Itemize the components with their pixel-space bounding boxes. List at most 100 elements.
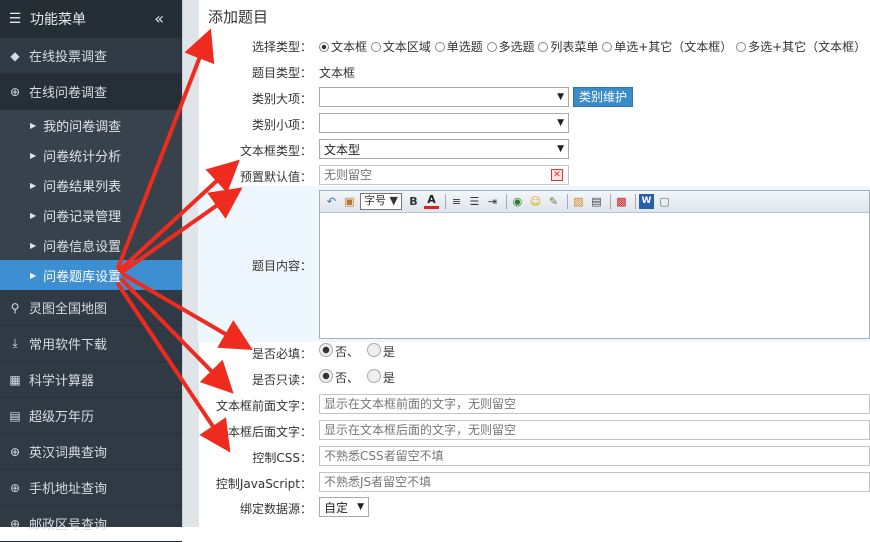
sidebar-item-download[interactable]: ⤓ 常用软件下载: [0, 326, 182, 362]
sidebar-subitem[interactable]: ▶ 问卷信息设置: [0, 230, 182, 260]
search-plus-icon: ⊕: [9, 516, 21, 531]
cat-major-label: 类别大项：: [251, 92, 312, 106]
word-icon[interactable]: W: [638, 194, 654, 209]
sidebar-item-calendar[interactable]: ▤ 超级万年历: [0, 398, 182, 434]
save-icon[interactable]: ▤: [589, 194, 604, 209]
sidebar-subitem-label: 问卷统计分析: [43, 149, 122, 165]
type-radio-group: 文本框 文本区域 单选题 多选题 列表菜单 单选+其它（文本框） 多选+其它（文…: [319, 38, 866, 55]
ordered-list-icon[interactable]: ☰: [467, 194, 482, 209]
paste-icon[interactable]: ▣: [342, 194, 357, 209]
sidebar-item-label: 在线问卷调查: [29, 86, 108, 101]
required-no-radio[interactable]: 否、: [319, 343, 360, 359]
default-value-input[interactable]: [319, 165, 569, 185]
readonly-no-radio[interactable]: 否、: [319, 369, 359, 385]
caret-right-icon: ▶: [30, 210, 37, 220]
after-text-label: 文本框后面文字：: [215, 425, 312, 439]
radio-label: 否、: [335, 345, 360, 359]
rich-text-editor[interactable]: ↶ ▣ 字号 ▼ B A ≡ ☰ ⇥ ◉ ☺ ✎ ▨ ▤ ▩ W ▢: [319, 190, 870, 339]
caret-right-icon: ▶: [30, 270, 37, 280]
type-radio-list[interactable]: 列表菜单: [538, 40, 598, 54]
collapse-icon[interactable]: «: [154, 9, 164, 28]
readonly-row: 是否只读： 否、 是: [198, 369, 870, 387]
sidebar-subitem[interactable]: ▶ 问卷统计分析: [0, 140, 182, 170]
chevron-down-icon: ▼: [357, 502, 364, 512]
indent-icon[interactable]: ⇥: [485, 194, 500, 209]
type-radio-multi-other[interactable]: 多选+其它（文本框）: [736, 40, 866, 54]
sidebar-item-vote[interactable]: ◆ 在线投票调查: [0, 38, 182, 74]
cat-minor-select[interactable]: ▼: [319, 113, 569, 133]
before-text-input[interactable]: [319, 394, 870, 414]
cat-minor-label: 类别小项：: [251, 118, 312, 132]
image-icon[interactable]: ▨: [571, 194, 586, 209]
select-value: 文本型: [324, 142, 361, 157]
radio-circle: [486, 42, 497, 52]
radio-circle: [370, 42, 381, 52]
edit-icon[interactable]: ✎: [546, 194, 561, 209]
preview-icon[interactable]: ▢: [657, 194, 672, 209]
radio-label: 是: [382, 371, 395, 385]
type-radio-single[interactable]: 单选题: [434, 40, 483, 54]
type-radio-single-other[interactable]: 单选+其它（文本框）: [602, 40, 732, 54]
required-yes-radio[interactable]: 是: [366, 343, 395, 359]
sidebar-subitem[interactable]: ▶ 我的问卷调查: [0, 110, 182, 140]
radio-circle: [366, 369, 381, 383]
clear-icon[interactable]: ✕: [551, 169, 563, 181]
readonly-radio-group: 否、 是: [319, 369, 395, 386]
sidebar-item-label: 科学计算器: [29, 374, 95, 389]
content-label: 题目内容：: [251, 259, 312, 273]
sidebar-item-dictionary[interactable]: ⊕ 英汉词典查询: [0, 434, 182, 470]
chevron-down-icon: ▼: [557, 118, 564, 128]
sidebar-item-map[interactable]: ⚲ 灵图全国地图: [0, 290, 182, 326]
undo-icon[interactable]: ↶: [324, 194, 339, 209]
main-content: 添加题目 选择类型： 文本框 文本区域 单选题 多选题 列表菜单 单选+其它（文…: [198, 0, 870, 527]
chevron-down-icon: ▼: [557, 144, 564, 154]
cat-major-row: 类别大项： ▼ 类别维护: [198, 87, 870, 107]
list-icon: ☰: [8, 11, 22, 27]
textbox-type-select[interactable]: 文本型 ▼: [319, 139, 569, 159]
radio-label: 文本框: [331, 40, 368, 54]
js-label: 控制JavaScript：: [215, 477, 312, 491]
link-icon[interactable]: ◉: [510, 194, 525, 209]
radio-label: 是: [382, 345, 395, 359]
font-color-icon[interactable]: A: [423, 194, 439, 209]
sidebar-item-survey[interactable]: ⊕ 在线问卷调查: [0, 74, 182, 110]
radio-circle: [319, 343, 333, 357]
sidebar-subitem-label: 问卷结果列表: [43, 179, 122, 195]
editor-toolbar: ↶ ▣ 字号 ▼ B A ≡ ☰ ⇥ ◉ ☺ ✎ ▨ ▤ ▩ W ▢: [320, 191, 869, 213]
radio-circle: [736, 42, 747, 52]
after-text-input[interactable]: [319, 420, 870, 440]
js-input[interactable]: [319, 472, 870, 492]
calculator-icon: ▦: [9, 372, 21, 387]
css-input[interactable]: [319, 446, 870, 466]
sidebar-subitem[interactable]: ▶ 问卷记录管理: [0, 200, 182, 230]
chevron-down-icon: ▼: [557, 92, 564, 102]
calendar-icon: ▤: [9, 408, 21, 423]
emoticon-icon[interactable]: ☺: [528, 194, 543, 209]
cat-minor-row: 类别小项： ▼: [198, 113, 870, 133]
cat-maintain-button[interactable]: 类别维护: [573, 87, 634, 107]
sidebar-item-phone[interactable]: ⊕ 手机地址查询: [0, 470, 182, 506]
sidebar-splitter[interactable]: [182, 0, 199, 527]
sidebar-item-label: 常用软件下载: [29, 338, 108, 353]
align-icon[interactable]: ≡: [449, 194, 464, 209]
type-radio-textbox[interactable]: 文本框: [319, 40, 367, 54]
datasource-select[interactable]: 自定 ▼: [319, 497, 369, 517]
sidebar-item-label: 在线投票调查: [29, 50, 108, 65]
sidebar-item-calculator[interactable]: ▦ 科学计算器: [0, 362, 182, 398]
before-text-label: 文本框前面文字：: [215, 399, 312, 413]
cat-major-select[interactable]: ▼: [319, 87, 569, 107]
media-icon[interactable]: ▩: [614, 194, 629, 209]
sidebar-item-postcode[interactable]: ⊕ 邮政区号查询: [0, 506, 182, 542]
type-radio-multi[interactable]: 多选题: [486, 40, 535, 54]
default-row: 预置默认值： ✕: [198, 165, 870, 185]
radio-circle: [319, 369, 333, 383]
font-size-select[interactable]: 字号 ▼: [360, 193, 402, 210]
toolbar-separator: [634, 194, 636, 209]
js-row: 控制JavaScript：: [198, 472, 870, 492]
sidebar-subitem[interactable]: ▶ 问卷结果列表: [0, 170, 182, 200]
sidebar-subitem-active[interactable]: ▶ 问卷题库设置: [0, 260, 182, 290]
bold-icon[interactable]: B: [406, 194, 421, 209]
readonly-yes-radio[interactable]: 是: [366, 369, 395, 385]
sidebar-item-label: 邮政区号查询: [29, 518, 108, 533]
type-radio-textarea[interactable]: 文本区域: [370, 40, 431, 54]
